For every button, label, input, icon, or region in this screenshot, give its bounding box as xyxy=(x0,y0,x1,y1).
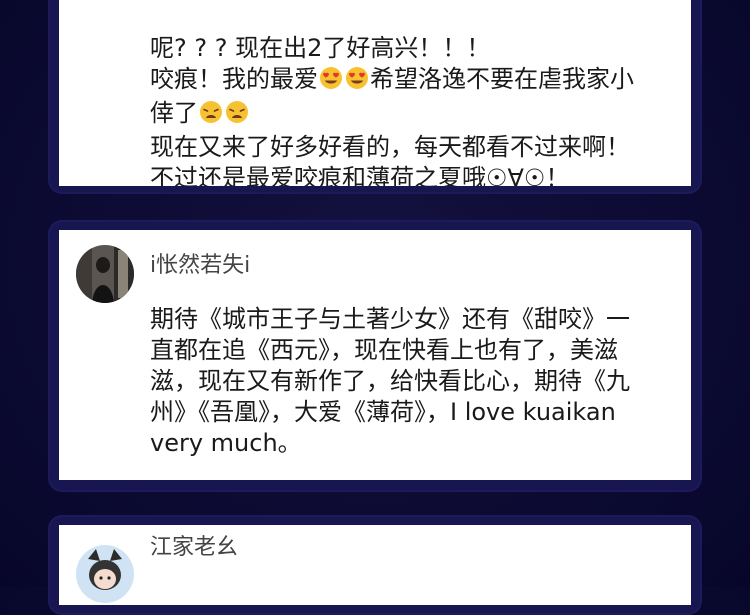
avatar[interactable] xyxy=(76,545,134,603)
comment-line: 州》《吾凰》，大爱《薄荷》，I love kuaikan xyxy=(150,398,616,426)
weary-face-emoji-icon xyxy=(225,100,249,132)
comment-card: 江家老幺 xyxy=(59,525,691,605)
comment-line: 期待《城市王子与土著少女》还有《甜咬》一 xyxy=(150,305,630,333)
comment-text: 期待《城市王子与土著少女》还有《甜咬》一 直都在追《西元》，现在快看上也有了，美… xyxy=(150,304,670,459)
avatar[interactable] xyxy=(76,245,134,303)
comment-card: i怅然若失i 期待《城市王子与土著少女》还有《甜咬》一 直都在追《西元》，现在快… xyxy=(59,230,691,480)
comment-text: ​ 呢? ? ? 现在出2了好高兴！！！ 咬痕！我的最爱希望洛逸不要在虐我家小 … xyxy=(150,2,670,186)
comment-line: 滋，现在又有新作了，给快看比心，期待《九 xyxy=(150,367,630,395)
heart-eyes-emoji-icon xyxy=(345,66,369,98)
heart-eyes-emoji-icon xyxy=(319,66,343,98)
username[interactable]: i怅然若失i xyxy=(150,247,250,279)
comment-line: 倖了 xyxy=(150,98,670,132)
weary-face-emoji-icon xyxy=(199,100,223,132)
comment-line: ​ xyxy=(150,2,670,33)
comment-line: 现在又来了好多好看的，每天都看不过来啊！ xyxy=(150,133,630,161)
username[interactable]: 江家老幺 xyxy=(150,529,238,561)
comment-line: 直都在追《西元》，现在快看上也有了，美滋 xyxy=(150,336,618,364)
comment-card: ​ 呢? ? ? 现在出2了好高兴！！！ 咬痕！我的最爱希望洛逸不要在虐我家小 … xyxy=(59,0,691,186)
comment-line-part: 希望洛逸不要在虐我家小 xyxy=(370,65,634,93)
comment-line-part: 倖了 xyxy=(150,99,198,127)
comment-line: 呢? ? ? 现在出2了好高兴！！！ xyxy=(150,34,491,62)
comment-line: 不过还是最爱咬痕和薄荷之夏哦☉∀☉！ xyxy=(150,164,570,186)
comment-line: 咬痕！我的最爱 希望洛逸不要在虐我家小 xyxy=(150,64,670,98)
comment-line: very much。 xyxy=(150,429,302,457)
comment-line-part: 咬痕！我的最爱 xyxy=(150,65,318,93)
